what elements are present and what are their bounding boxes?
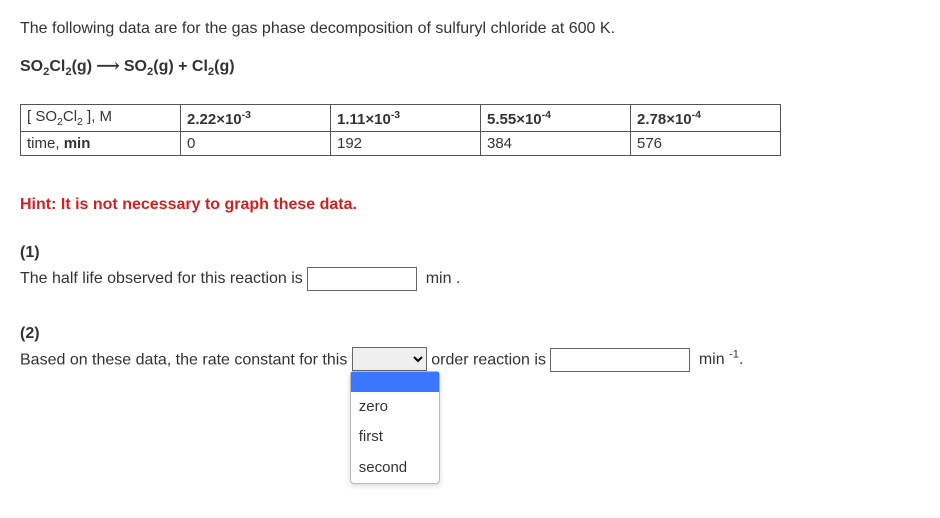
time-2: 384 bbox=[481, 132, 631, 156]
order-dropdown-popup: zero first second bbox=[350, 371, 440, 485]
conc-3: 2.78×10-4 bbox=[631, 105, 781, 132]
conc-2: 5.55×10-4 bbox=[481, 105, 631, 132]
conc-1: 1.11×10-3 bbox=[331, 105, 481, 132]
time-label: time, min bbox=[21, 132, 181, 156]
equation-lhs: SO2Cl2(g) bbox=[20, 58, 92, 75]
time-1: 192 bbox=[331, 132, 481, 156]
hint-text: Hint: It is not necessary to graph these… bbox=[20, 196, 920, 214]
part2-question: Based on these data, the rate constant f… bbox=[20, 345, 920, 376]
halflife-input[interactable] bbox=[307, 267, 417, 291]
reaction-equation: SO2Cl2(g) ⟶ SO2(g) + Cl2(g) bbox=[20, 56, 920, 78]
dropdown-opt-zero[interactable]: zero bbox=[351, 392, 439, 423]
conc-0: 2.22×10-3 bbox=[181, 105, 331, 132]
rateconstant-input[interactable] bbox=[550, 348, 690, 372]
dropdown-opt-blank[interactable] bbox=[351, 372, 439, 392]
part1-text-before: The half life observed for this reaction… bbox=[20, 270, 307, 287]
part2-text-before: Based on these data, the rate constant f… bbox=[20, 351, 352, 368]
part2-unit: min -1. bbox=[699, 351, 744, 368]
part2-label: (2) bbox=[20, 325, 920, 343]
part1-label: (1) bbox=[20, 244, 920, 262]
concentration-label: [ SO2Cl2 ], M bbox=[21, 105, 181, 132]
equation-rhs: SO2(g) + Cl2(g) bbox=[124, 58, 235, 75]
intro-text: The following data are for the gas phase… bbox=[20, 20, 920, 38]
part2-text-mid: order reaction is bbox=[431, 351, 550, 368]
reaction-arrow: ⟶ bbox=[96, 56, 119, 76]
data-table: [ SO2Cl2 ], M 2.22×10-3 1.11×10-3 5.55×1… bbox=[20, 104, 781, 156]
dropdown-opt-first[interactable]: first bbox=[351, 422, 439, 453]
order-select[interactable]: zero first second bbox=[352, 347, 427, 371]
time-3: 576 bbox=[631, 132, 781, 156]
time-0: 0 bbox=[181, 132, 331, 156]
part1-unit: min . bbox=[426, 270, 461, 287]
dropdown-opt-second[interactable]: second bbox=[351, 453, 439, 484]
part1-question: The half life observed for this reaction… bbox=[20, 264, 920, 294]
